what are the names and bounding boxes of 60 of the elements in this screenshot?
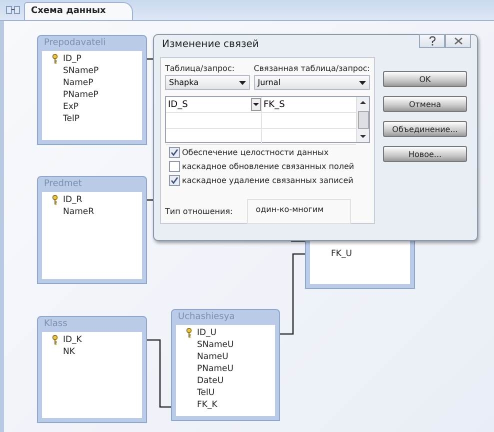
connector-line [290, 240, 306, 242]
field-name[interactable]: NameU [197, 352, 228, 362]
table-window[interactable]: Uchashiesya ID_U SNameU NameU PNameU DateU TelU FK_K [171, 309, 280, 421]
field-name[interactable]: ID_P [63, 54, 82, 64]
table-dropdown[interactable]: Shapka [165, 75, 250, 90]
field-name[interactable]: PNameU [197, 364, 234, 374]
connector-line [146, 339, 172, 408]
close-icon [454, 37, 462, 45]
table-dropdown[interactable]: Jurnal [254, 75, 370, 90]
table-window[interactable]: Predmet ID_R NameR [37, 176, 147, 284]
help-button[interactable] [419, 34, 445, 48]
field-name[interactable]: PNameP [63, 90, 98, 100]
dialog-button[interactable]: Отмена [383, 96, 467, 112]
relation-type-value: один-ко-многим [246, 199, 351, 224]
table-name: Klass [43, 318, 68, 331]
checkbox[interactable] [169, 175, 180, 186]
diagram-icon [6, 5, 20, 15]
field-name[interactable]: TelU [197, 388, 215, 398]
table-name: Predmet [43, 178, 83, 191]
field-name[interactable]: ID_U [197, 328, 217, 338]
table-window[interactable]: Prepodavateli ID_P SNameP NameP PNameP ExP TelP [37, 35, 147, 145]
document-tab[interactable]: Схема данных [24, 2, 133, 20]
table-name: Uchashiesya [177, 311, 236, 324]
scroll-up-icon [360, 101, 366, 104]
relation-type-label: Тип отношения: [165, 207, 233, 216]
field-name[interactable]: FK_K [197, 400, 218, 410]
table-window[interactable]: Klass ID_K NK [37, 316, 147, 423]
field-name[interactable]: FK_U [331, 249, 352, 259]
field-name[interactable]: NameR [63, 207, 94, 217]
field-name[interactable]: SNameP [63, 66, 99, 76]
dialog-button[interactable]: Объединение... [383, 121, 467, 137]
scrollbar[interactable] [356, 97, 369, 142]
field-name[interactable]: DateU [197, 376, 224, 386]
dropdown-arrow-icon [359, 80, 366, 84]
dialog-button[interactable]: Новое... [383, 146, 467, 162]
field-cell[interactable]: ID_S [166, 97, 262, 112]
checkbox[interactable] [169, 147, 180, 158]
field-name[interactable]: ID_R [63, 195, 82, 205]
field-label: Таблица/запрос: [165, 64, 236, 73]
dropdown-arrow-icon [238, 80, 246, 84]
dialog-title: Изменение связей [161, 39, 259, 52]
checkbox-label: каскадное удаление связанных записей [182, 176, 354, 185]
field-name[interactable]: ExP [63, 102, 79, 112]
checkbox-label: каскадное обновление связанных полей [182, 162, 354, 171]
dialog-button[interactable]: OK [383, 71, 467, 87]
field-name[interactable]: NK [63, 347, 75, 357]
dropdown-arrow-icon [252, 103, 258, 106]
field-cell[interactable]: FK_S [262, 97, 356, 112]
checkbox-label: Обеспечение целостности данных [182, 148, 329, 157]
checkbox[interactable] [169, 161, 180, 172]
field-label: Связанная таблица/запрос: [254, 64, 370, 73]
field-name[interactable]: NameP [63, 78, 94, 88]
dropdown-button[interactable] [250, 98, 260, 111]
scroll-down-icon [360, 135, 366, 138]
field-name[interactable]: SNameU [197, 340, 234, 350]
field-name[interactable]: TelP [63, 114, 80, 124]
table-name: Prepodavateli [43, 37, 107, 50]
field-name[interactable]: ID_K [63, 335, 82, 345]
close-button[interactable] [445, 34, 471, 48]
help-icon [428, 36, 436, 46]
